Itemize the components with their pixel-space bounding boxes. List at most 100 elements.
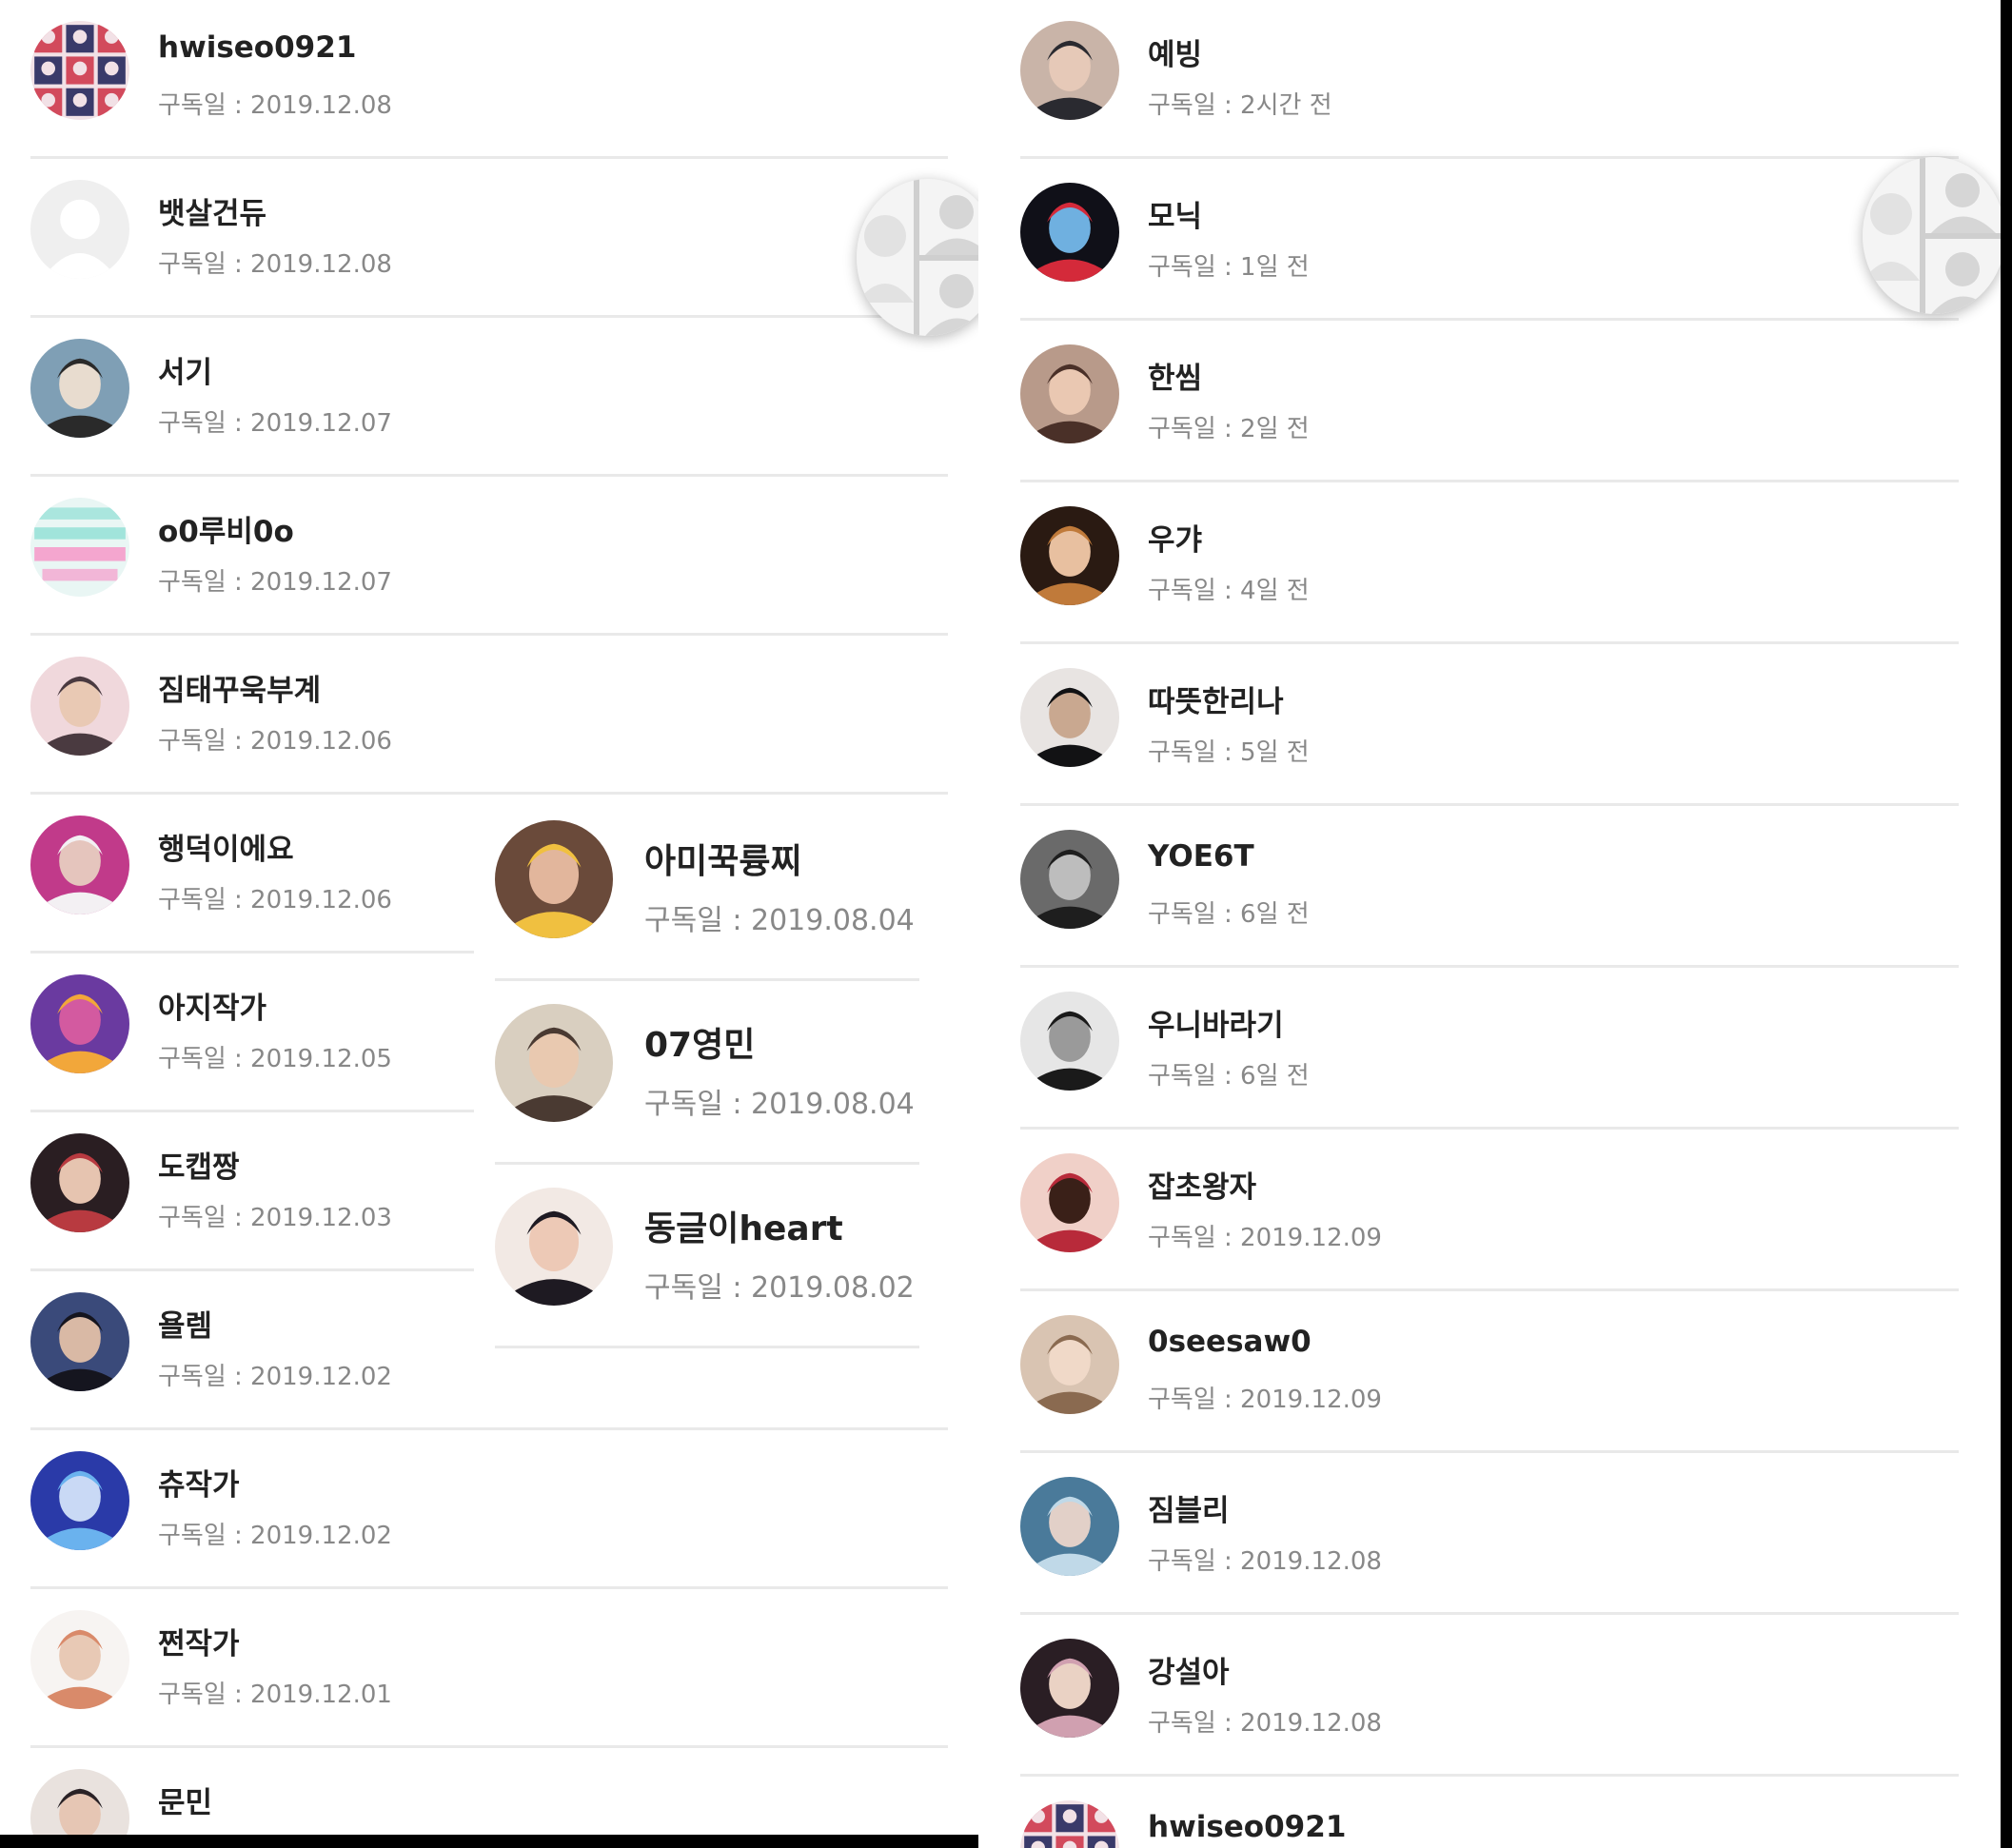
avatar[interactable] [30,1292,129,1391]
subscribe-date: 구독일 : 2019.12.08 [158,250,392,279]
subscribe-date: 구독일 : 2019.12.08 [1148,1547,1382,1576]
avatar[interactable] [1020,506,1119,605]
avatar[interactable] [30,1451,129,1550]
floating-profile-button[interactable] [1863,157,2001,314]
subscriber-name: o0루비0o [158,515,294,549]
photo-avatar [1020,21,1119,120]
photo-avatar [495,1188,613,1306]
avatar[interactable] [30,21,129,120]
subscriber-list-right[interactable]: 예빙 구독일 : 2시간 전 모닉 구독일 : 1일 전 한씸 구독일 : 2일 전 우갸 구… [978,0,2001,1848]
subscriber-row[interactable]: 뱃살건듀 구독일 : 2019.12.08 [30,159,948,318]
subscriber-row[interactable]: hwiseo0921 구독일 : 2019.12.08 [30,0,948,159]
subscribe-date: 구독일 : 4일 전 [1148,577,1310,605]
subscriber-row[interactable]: 문민 [30,1748,948,1835]
subscriber-name: 문민 [158,1786,213,1820]
avatar[interactable] [30,180,129,279]
subscribe-date: 구독일 : 2019.12.09 [1148,1386,1382,1414]
avatar[interactable] [1020,1639,1119,1738]
subscriber-row[interactable]: 모닉구독일 : 1일 전 [1020,162,1959,321]
subscriber-row[interactable]: 예빙구독일 : 2시간 전 [1020,0,1959,159]
subscriber-row[interactable]: 강설아 구독일 : 2019.12.08 [1020,1618,1959,1777]
subscriber-name: 서기 [158,356,213,390]
subscribe-date: 구독일 : 2019.12.02 [158,1522,392,1550]
photo-avatar [30,1133,129,1232]
subscriber-row[interactable]: 쩐작가 구독일 : 2019.12.01 [30,1589,948,1748]
photo-avatar [1020,992,1119,1091]
subscriber-name: 아지작가 [158,992,267,1026]
avatar[interactable] [1020,21,1119,120]
subscriber-row[interactable]: 짐태꾸욱부계 구독일 : 2019.12.06 [30,636,948,795]
avatar[interactable] [495,820,613,938]
avatar[interactable] [1020,1315,1119,1414]
avatar[interactable] [495,1188,613,1306]
subscribe-date: 구독일 : 2시간 전 [1148,91,1332,120]
avatar[interactable] [1020,344,1119,443]
subscriber-row[interactable]: hwiseo0921 [1020,1779,1959,1848]
subscriber-row[interactable]: 츄작가구독일 : 2019.12.02 [30,1430,948,1589]
subscribe-date: 구독일 : 2019.12.08 [158,91,392,120]
photo-avatar [1020,1639,1119,1738]
profile-switch-icon [1863,157,2001,314]
avatar[interactable] [1020,183,1119,282]
photo-avatar [30,974,129,1073]
subscriber-name: 도캡짱 [158,1150,240,1185]
avatar[interactable] [30,498,129,597]
avatar[interactable] [1020,830,1119,929]
photo-avatar [30,657,129,756]
photo-avatar [1020,183,1119,282]
avatar[interactable] [1020,1153,1119,1252]
avatar[interactable] [1020,668,1119,767]
subscriber-row[interactable]: 따뜻한리나 구독일 : 5일 전 [1020,647,1959,806]
subscriber-row[interactable]: 0seesaw0 구독일 : 2019.12.09 [1020,1294,1959,1453]
subscriber-row[interactable]: 짐블리구독일 : 2019.12.08 [1020,1456,1959,1615]
subscriber-row[interactable]: 서기 구독일 : 2019.12.07 [30,318,948,477]
subscriber-name: 우갸 [1148,523,1203,558]
subscribe-date: 구독일 : 6일 전 [1148,1062,1310,1091]
avatar[interactable] [30,816,129,914]
subscriber-name: 동글이heart [644,1209,843,1248]
subscriber-name: 행덕이에요 [158,833,294,867]
subscribe-date: 구독일 : 1일 전 [1148,253,1310,282]
photo-avatar [30,1769,129,1835]
photo-avatar [30,816,129,914]
subscriber-row[interactable]: o0루비0o 구독일 : 2019.12.07 [30,477,948,636]
photo-avatar [30,339,129,438]
photo-avatar [1020,506,1119,605]
subscriber-row[interactable]: 아지작가 구독일 : 2019.12.05 [30,953,474,1112]
screenshot-border [2001,0,2012,1848]
avatar[interactable] [1020,1477,1119,1576]
subscriber-row[interactable]: 도캡짱구독일 : 2019.12.03 [30,1112,474,1271]
avatar[interactable] [1020,992,1119,1091]
subscribe-date: 구독일 : 2019.12.03 [158,1204,392,1232]
avatar[interactable] [30,974,129,1073]
photo-avatar [1020,668,1119,767]
subscriber-name: 따뜻한리나 [1148,685,1284,719]
avatar[interactable] [495,1004,613,1122]
avatar[interactable] [1020,1800,1119,1848]
avatar[interactable] [30,1769,129,1835]
subscriber-row[interactable]: 잡초왕자구독일 : 2019.12.09 [1020,1132,1959,1291]
subscriber-name: 예빙 [1148,38,1203,72]
subscribe-date: 구독일 : 2019.12.06 [158,727,392,756]
subscriber-name: 잡초왕자 [1148,1170,1257,1205]
avatar[interactable] [30,1133,129,1232]
subscriber-row[interactable]: 아미꾹륭찌 구독일 : 2019.08.04 [495,797,919,981]
avatar[interactable] [30,339,129,438]
subscriber-name: 짐블리 [1148,1494,1230,1528]
subscriber-list-left[interactable]: hwiseo0921 구독일 : 2019.12.08 뱃살건듀 구독일 : 2019… [0,0,978,1835]
subscriber-row[interactable]: 행덕이에요 구독일 : 2019.12.06 [30,795,474,953]
subscriber-row[interactable]: 동글이heart 구독일 : 2019.08.02 [495,1165,919,1348]
subscriber-name: 강설아 [1148,1656,1230,1690]
avatar[interactable] [30,1610,129,1709]
subscribe-date: 구독일 : 2019.12.02 [158,1363,392,1391]
photo-avatar [495,1004,613,1122]
subscriber-row[interactable]: 한씸 구독일 : 2일 전 [1020,324,1959,482]
subscriber-name: 모닉 [1148,200,1203,234]
subscribe-date: 구독일 : 2019.12.09 [1148,1224,1382,1252]
subscriber-row[interactable]: 07영민 구독일 : 2019.08.04 [495,981,919,1165]
subscriber-row[interactable]: YOE6T 구독일 : 6일 전 [1020,809,1959,968]
avatar[interactable] [30,657,129,756]
subscriber-name: 츄작가 [158,1468,240,1503]
subscriber-row[interactable]: 우니바라기 구독일 : 6일 전 [1020,971,1959,1130]
subscriber-row[interactable]: 우갸구독일 : 4일 전 [1020,485,1959,644]
